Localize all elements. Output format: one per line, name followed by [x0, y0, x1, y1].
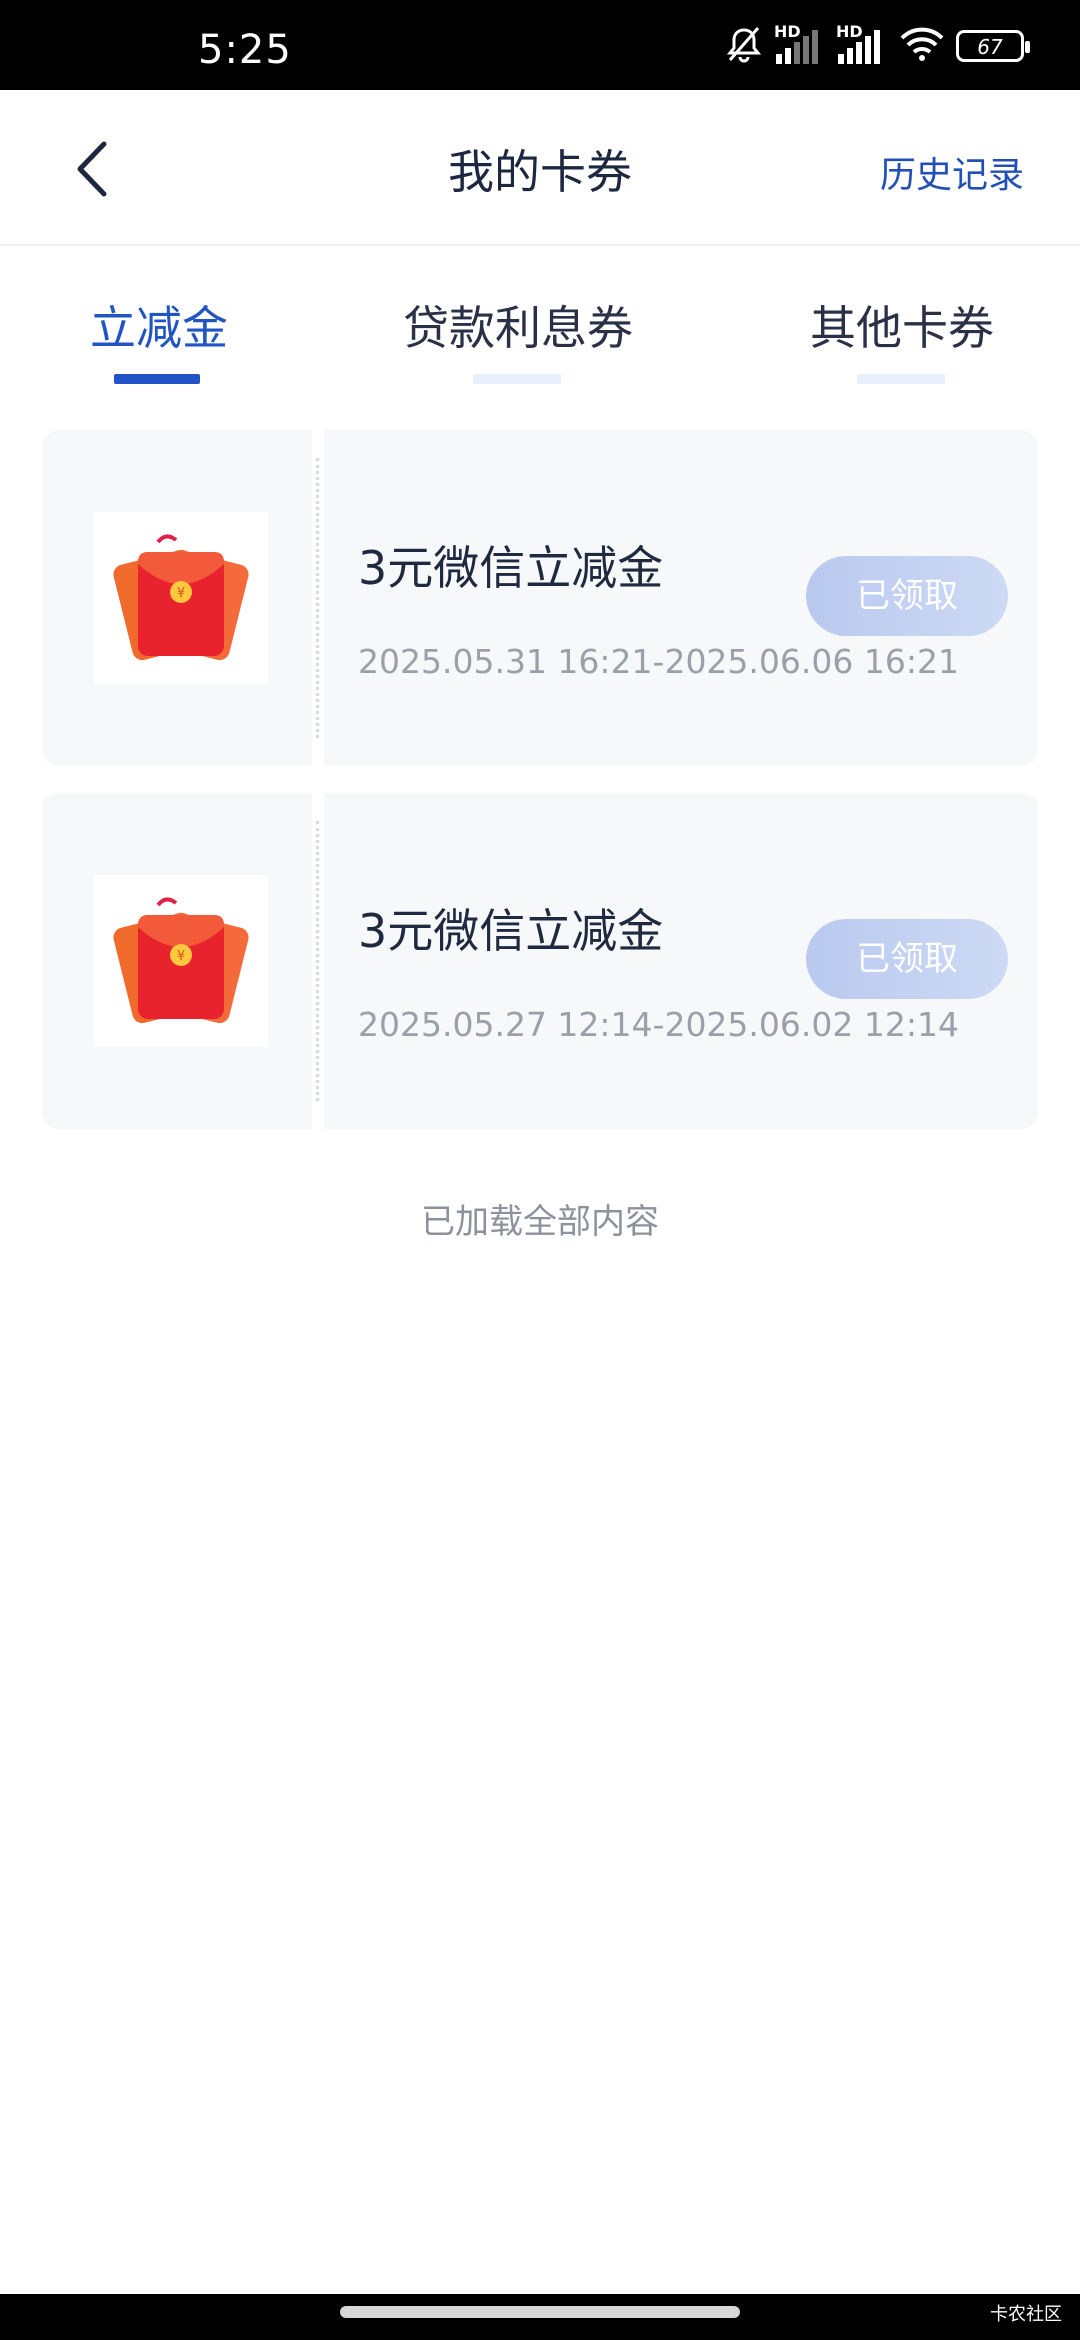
home-indicator[interactable] [340, 2306, 740, 2318]
coupon-card: ¥ 3元微信立减金 2025.05.31 16:21-2025.06.06 16… [42, 430, 1038, 766]
tab-instant-discount[interactable]: 立减金 [90, 292, 228, 358]
coupon-divider [316, 458, 319, 738]
svg-text:¥: ¥ [177, 949, 185, 964]
claimed-button[interactable]: 已领取 [806, 556, 1008, 636]
tab-indicator [857, 374, 945, 384]
coupon-validity: 2025.05.31 16:21-2025.06.06 16:21 [358, 642, 959, 681]
red-envelope-icon: ¥ [94, 875, 268, 1047]
list-end-text: 已加载全部内容 [421, 1202, 659, 1242]
wifi-icon [898, 24, 946, 68]
battery-level: 67 [977, 35, 1003, 59]
history-link[interactable]: 历史记录 [880, 146, 1024, 198]
coupon-card: ¥ 3元微信立减金 2025.05.27 12:14-2025.06.02 12… [42, 793, 1038, 1129]
coupon-divider [316, 821, 319, 1101]
battery-icon: 67 [956, 30, 1030, 62]
app-header: 我的卡券 历史记录 [0, 90, 1080, 246]
coupon-validity: 2025.05.27 12:14-2025.06.02 12:14 [358, 1005, 959, 1044]
status-icons: HD HD 67 [724, 22, 1030, 68]
tab-indicator-active [114, 374, 200, 384]
coupon-tabs: 立减金 贷款利息券 其他卡券 [0, 248, 1080, 398]
svg-text:¥: ¥ [177, 586, 185, 601]
status-time: 5:25 [198, 27, 292, 73]
red-envelope-icon: ¥ [94, 512, 268, 684]
coupon-title: 3元微信立减金 [358, 904, 664, 958]
coupon-left: ¥ [42, 793, 312, 1129]
claimed-button[interactable]: 已领取 [806, 919, 1008, 999]
coupon-title: 3元微信立减金 [358, 541, 664, 595]
tab-loan-interest-coupon[interactable]: 贷款利息券 [403, 292, 633, 358]
tab-other-coupons[interactable]: 其他卡券 [810, 292, 994, 358]
system-nav-bar: 卡农社区 [0, 2294, 1080, 2340]
coupon-left: ¥ [42, 430, 312, 766]
bell-off-icon [724, 24, 764, 68]
tab-indicator [473, 374, 561, 384]
watermark-text: 卡农社区 [990, 2304, 1062, 2325]
hd-signal-icon: HD [774, 22, 826, 66]
status-bar: 5:25 HD HD 67 [0, 0, 1080, 90]
hd-signal-icon: HD [836, 22, 888, 66]
